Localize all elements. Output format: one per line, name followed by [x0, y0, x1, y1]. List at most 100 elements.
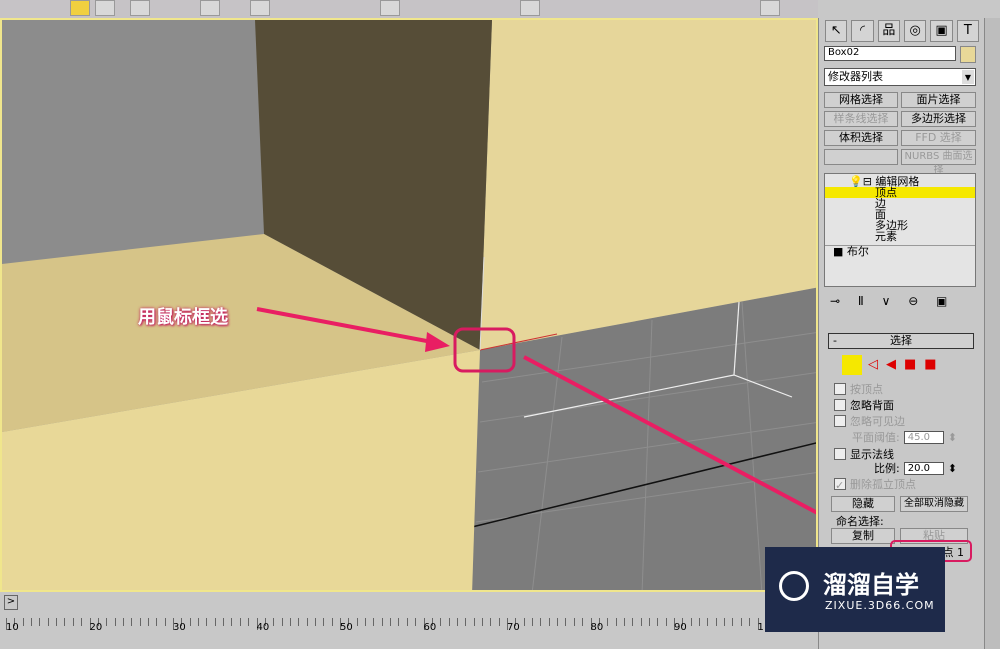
timeline-tick	[548, 618, 550, 626]
timeline-tick	[147, 618, 149, 626]
ffd-select-button[interactable]: FFD 选择	[901, 130, 976, 146]
stack-item-edit-mesh[interactable]: 💡⊟ 编辑网格	[825, 176, 975, 187]
nurbs-select-button[interactable]: NURBS 曲面选择	[901, 149, 976, 176]
hide-button[interactable]: 隐藏	[831, 496, 895, 512]
planar-threshold-input[interactable]: 45.0	[903, 430, 944, 444]
poly-select-button[interactable]: 多边形选择	[901, 111, 976, 127]
modifier-list-dropdown[interactable]: 修改器列表 ▼	[824, 68, 976, 86]
spinner-icon[interactable]: ⬍	[948, 462, 957, 475]
chevron-down-icon[interactable]: ▼	[962, 70, 974, 84]
timeline-tick	[490, 618, 492, 626]
stack-item-element[interactable]: 元素	[825, 231, 975, 242]
ignore-visible-edges-label: 忽略可见边	[850, 415, 905, 428]
toolbar-button[interactable]	[760, 0, 780, 16]
timeline-tick	[365, 618, 367, 626]
timeline-tick	[699, 618, 701, 626]
unhide-all-button[interactable]: 全部取消隐藏	[900, 496, 968, 512]
modify-tab-icon[interactable]: ◜	[851, 20, 874, 42]
timeline-tick	[323, 618, 325, 626]
perspective-viewport[interactable]: 用鼠标框选	[0, 18, 818, 592]
copy-button[interactable]: 复制	[831, 528, 895, 544]
timeline-tick	[632, 618, 634, 626]
by-vertex-checkbox[interactable]: 按顶点	[834, 381, 883, 397]
toolbar-button[interactable]	[380, 0, 400, 16]
toolbar-button[interactable]	[130, 0, 150, 16]
timeline-tick	[707, 618, 709, 626]
display-tab-icon[interactable]: ▣	[930, 20, 953, 42]
patch-select-button[interactable]: 面片选择	[901, 92, 976, 108]
named-selections-label: 命名选择:	[836, 515, 884, 528]
timeline-tick	[390, 618, 392, 626]
timeline-tick	[164, 618, 166, 626]
watermark-url: ZIXUE.3D66.COM	[825, 599, 935, 612]
motion-tab-icon[interactable]: ◎	[903, 20, 927, 42]
timeline-tick	[690, 618, 692, 626]
toolbar-button[interactable]	[250, 0, 270, 16]
timeline-tick	[623, 618, 625, 626]
stack-item-boolean[interactable]: ■ 布尔	[825, 245, 975, 259]
rollout-title: 选择	[890, 334, 912, 347]
ignore-backface-checkbox[interactable]: 忽略背面	[834, 397, 894, 413]
timeline-label: 60	[423, 622, 437, 633]
delete-isolated-label: 删除孤立顶点	[850, 478, 916, 491]
timeline-tick	[640, 618, 642, 626]
timeline-tick	[189, 618, 191, 626]
timeline-tick	[206, 618, 208, 626]
watermark-name: 溜溜自学	[823, 571, 919, 599]
timeline-tick	[306, 618, 308, 626]
time-slider-button[interactable]: >	[4, 595, 18, 610]
toolbar-button[interactable]	[520, 0, 540, 16]
utilities-tab-icon[interactable]: T	[956, 20, 979, 42]
spline-select-button[interactable]: 样条线选择	[824, 111, 898, 127]
scale-input[interactable]: 20.0	[903, 461, 944, 475]
spinner-icon[interactable]: ⬍	[948, 431, 957, 444]
timeline-tick	[214, 618, 216, 626]
volume-select-button[interactable]: 体积选择	[824, 130, 898, 146]
timeline-tick	[106, 618, 108, 626]
empty-button[interactable]	[824, 149, 898, 165]
timeline-tick	[72, 618, 74, 626]
timeline-tick	[122, 618, 124, 626]
timeline[interactable]: > 10 20 30 40 50 60 70 80 90 1	[0, 592, 818, 649]
timeline-tick	[532, 618, 534, 626]
timeline-tick	[139, 618, 141, 626]
timeline-label: 30	[173, 622, 186, 633]
select-tool-button[interactable]	[70, 0, 90, 16]
timeline-tick	[582, 618, 584, 626]
timeline-label: 1	[757, 622, 764, 633]
stack-item-edge[interactable]: 边	[825, 198, 975, 209]
planar-threshold-row: 平面阈值: 45.0 ⬍	[852, 429, 957, 445]
select-region-button[interactable]	[95, 0, 115, 16]
timeline-tick	[331, 618, 333, 626]
timeline-tick	[248, 618, 250, 626]
modifier-stack[interactable]: 💡⊟ 编辑网格 顶点 边 面 多边形 元素 ■ 布尔	[824, 173, 976, 287]
timeline-tick	[565, 618, 567, 626]
stack-tools[interactable]: ⊸ Ⅱ ∨ ⊖ ▣	[830, 294, 947, 308]
subobject-mode-icons[interactable]: ◁◀■■	[868, 357, 945, 372]
timeline-tick	[523, 618, 525, 626]
selection-rollout-header[interactable]: - 选择	[828, 333, 974, 349]
collapse-label: -	[833, 334, 837, 347]
timeline-tick	[381, 618, 383, 626]
play-logo-icon	[779, 571, 809, 601]
vertex-mode-icon[interactable]	[842, 355, 862, 375]
delete-isolated-vertices-checkbox[interactable]: ✓ 删除孤立顶点	[834, 476, 916, 492]
timeline-tick	[557, 618, 559, 626]
timeline-tick	[64, 618, 66, 626]
stack-item-vertex[interactable]: 顶点	[825, 187, 975, 198]
toolbar-button[interactable]	[200, 0, 220, 16]
create-tab-icon[interactable]: ↖	[825, 20, 848, 42]
timeline-label: 50	[340, 622, 353, 633]
scale-label: 比例:	[874, 462, 900, 475]
timeline-tick	[615, 618, 617, 626]
hierarchy-tab-icon[interactable]: 品	[877, 20, 900, 42]
scale-row: 比例: 20.0 ⬍	[874, 460, 957, 476]
annotation-text: 用鼠标框选	[138, 307, 228, 328]
ignore-visible-edges-checkbox[interactable]: 忽略可见边	[834, 413, 905, 429]
timeline-tick	[473, 618, 475, 626]
object-color-swatch[interactable]	[960, 46, 976, 63]
stack-item-polygon[interactable]: 多边形	[825, 220, 975, 231]
object-name-input[interactable]: Box02	[824, 46, 956, 61]
mesh-select-button[interactable]: 网格选择	[824, 92, 898, 108]
timeline-tick	[298, 618, 300, 626]
